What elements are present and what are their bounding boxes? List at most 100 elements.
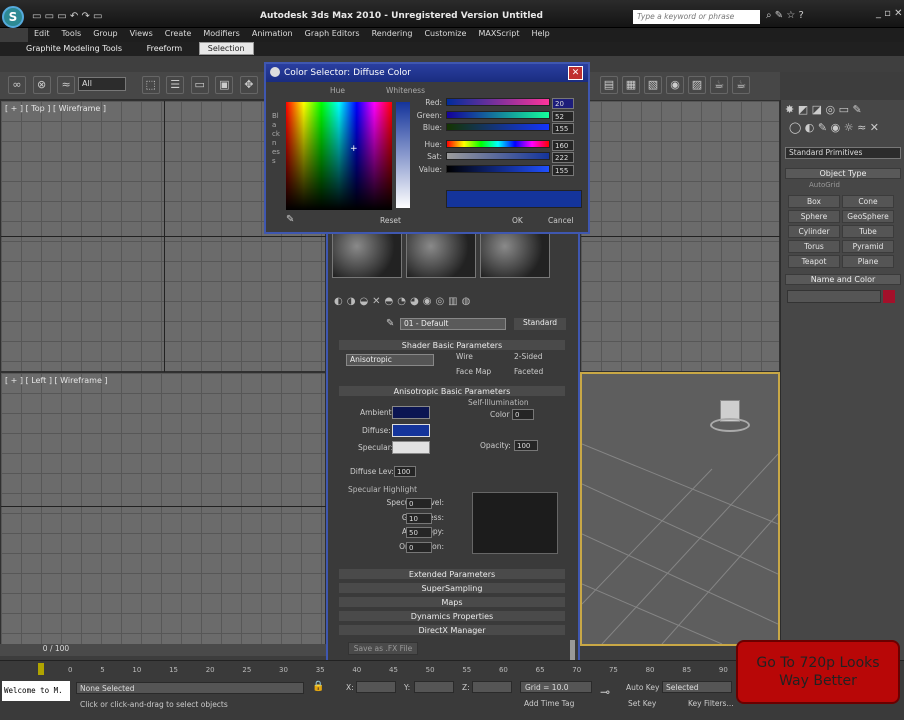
menu-modifiers[interactable]: Modifiers (197, 28, 246, 39)
reset-button[interactable]: Reset (380, 216, 401, 225)
menu-help[interactable]: Help (526, 28, 556, 39)
select-icon[interactable]: ⬚ (141, 76, 160, 94)
viewport-top-label[interactable]: [ + ] [ Top ] [ Wireframe ] (5, 104, 106, 113)
viewport-left-label[interactable]: [ + ] [ Left ] [ Wireframe ] (5, 376, 108, 385)
specular-level-spinner[interactable]: 0 (406, 498, 432, 509)
red-spinner[interactable]: 20 (552, 98, 574, 109)
render-icon[interactable]: ☕ (710, 76, 728, 94)
menu-rendering[interactable]: Rendering (366, 28, 419, 39)
time-cursor[interactable] (38, 663, 44, 675)
glossiness-spinner[interactable]: 10 (406, 512, 432, 524)
menu-create[interactable]: Create (159, 28, 198, 39)
extended-rollout[interactable]: Extended Parameters (338, 568, 566, 580)
viewport-perspective[interactable] (580, 372, 780, 646)
hue-slider[interactable] (446, 139, 550, 148)
curve-editor-icon[interactable]: ▧ (644, 76, 662, 94)
sample-sphere[interactable] (406, 232, 476, 278)
x-field[interactable] (356, 681, 396, 693)
material-editor-icon[interactable]: ◉ (666, 76, 684, 94)
render-frame-icon[interactable]: ▨ (688, 76, 706, 94)
sat-spinner[interactable]: 222 (552, 152, 574, 163)
tab-graphite[interactable]: Graphite Modeling Tools (18, 43, 130, 56)
autogrid-checkbox[interactable]: AutoGrid (809, 181, 840, 189)
menu-animation[interactable]: Animation (246, 28, 299, 39)
viewport-front[interactable] (580, 100, 781, 372)
self-illum-spinner[interactable]: 0 (512, 409, 534, 420)
sat-slider[interactable] (446, 152, 550, 160)
value-slider[interactable] (446, 164, 550, 173)
orientation-spinner[interactable]: 0 (406, 541, 432, 553)
app-logo-icon[interactable]: S (2, 6, 24, 28)
menu-group[interactable]: Group (87, 28, 123, 39)
ok-button[interactable]: OK (512, 216, 523, 225)
geosphere-button[interactable]: GeoSphere (842, 210, 894, 223)
blue-slider[interactable] (446, 123, 550, 131)
menu-edit[interactable]: Edit (28, 28, 56, 39)
dynamics-rollout[interactable]: Dynamics Properties (338, 610, 566, 622)
supersampling-rollout[interactable]: SuperSampling (338, 582, 566, 594)
selection-filter-dropdown[interactable]: All (78, 77, 126, 91)
lock-icon[interactable]: 🔒 (312, 681, 324, 692)
quick-render-icon[interactable]: ☕ (732, 76, 750, 94)
select-by-name-icon[interactable]: ☰ (166, 76, 185, 94)
bind-spacewarp-icon[interactable]: ≈ (57, 76, 76, 94)
green-slider[interactable] (446, 110, 550, 119)
menu-customize[interactable]: Customize (418, 28, 472, 39)
box-button[interactable]: Box (788, 195, 840, 208)
tab-selection[interactable]: Selection (198, 42, 254, 55)
ambient-swatch[interactable] (392, 406, 430, 419)
cylinder-button[interactable]: Cylinder (788, 225, 840, 238)
opacity-spinner[interactable]: 100 (514, 440, 538, 451)
key-selection-dropdown[interactable]: Selected (662, 681, 732, 693)
time-slider[interactable]: 0 / 100 (0, 644, 326, 656)
self-illum-color-checkbox[interactable]: Color (490, 410, 510, 419)
green-spinner[interactable]: 52 (552, 110, 574, 122)
eyedropper-icon[interactable]: ✎ (386, 318, 394, 329)
menu-graph-editors[interactable]: Graph Editors (299, 28, 366, 39)
hue-whiteness-field[interactable] (286, 102, 392, 210)
blue-spinner[interactable]: 155 (552, 123, 574, 134)
frame-counter[interactable]: 0 / 100 (40, 644, 72, 656)
menu-maxscript[interactable]: MAXScript (472, 28, 525, 39)
name-color-rollout[interactable]: Name and Color (785, 274, 901, 285)
plane-button[interactable]: Plane (842, 255, 894, 268)
select-region-icon[interactable]: ▭ (190, 76, 209, 94)
key-filters-button[interactable]: Key Filters... (688, 699, 734, 708)
panel-tabs[interactable]: ✸ ◩ ◪ ◎ ▭ ✎ (781, 100, 904, 119)
search-input[interactable]: Type a keyword or phrase (633, 10, 760, 24)
red-slider[interactable] (446, 98, 550, 106)
sphere-button[interactable]: Sphere (788, 210, 840, 223)
object-type-rollout[interactable]: Object Type (785, 168, 901, 179)
quick-access-toolbar[interactable]: ▭ ▭ ▭ ↶ ↷ ▭ (32, 11, 102, 22)
z-field[interactable] (472, 681, 512, 693)
render-setup-icon[interactable]: ▤ (600, 76, 618, 94)
tab-freeform[interactable]: Freeform (139, 43, 191, 56)
diffuse-swatch[interactable] (392, 424, 430, 437)
anisotropy-spinner[interactable]: 50 (406, 527, 432, 538)
add-time-tag[interactable]: Add Time Tag (524, 699, 574, 708)
color-cursor-icon[interactable]: + (350, 144, 358, 154)
window-crossing-icon[interactable]: ▣ (215, 76, 234, 94)
info-center-icons[interactable]: ⌕ ✎ ☆ ? (766, 10, 804, 21)
maxscript-listener[interactable]: Welcome to M. (2, 681, 70, 701)
two-sided-checkbox[interactable]: 2-Sided (514, 352, 542, 361)
value-spinner[interactable]: 155 (552, 164, 574, 176)
teapot-button[interactable]: Teapot (788, 255, 840, 268)
cancel-button[interactable]: Cancel (548, 216, 573, 225)
move-icon[interactable]: ✥ (239, 76, 258, 94)
menu-tools[interactable]: Tools (56, 28, 88, 39)
shader-dropdown[interactable]: Anisotropic (346, 354, 434, 366)
tube-button[interactable]: Tube (842, 225, 894, 238)
faceted-checkbox[interactable]: Faceted (514, 367, 543, 376)
link-icon[interactable]: ∞ (8, 76, 26, 94)
window-controls[interactable]: _ ▫ ✕ (876, 8, 903, 19)
save-fx-button[interactable]: Save as .FX File (348, 642, 418, 655)
aniso-rollout[interactable]: Anisotropic Basic Parameters (338, 385, 566, 397)
key-icon[interactable]: ⊸ (600, 685, 610, 699)
diffuse-level-spinner[interactable]: 100 (394, 466, 416, 477)
maps-rollout[interactable]: Maps (338, 596, 566, 608)
object-name-input[interactable] (787, 290, 881, 303)
material-name-field[interactable]: 01 - Default (400, 318, 506, 330)
eyedropper-icon[interactable]: ✎ (286, 214, 294, 225)
directx-rollout[interactable]: DirectX Manager (338, 624, 566, 636)
